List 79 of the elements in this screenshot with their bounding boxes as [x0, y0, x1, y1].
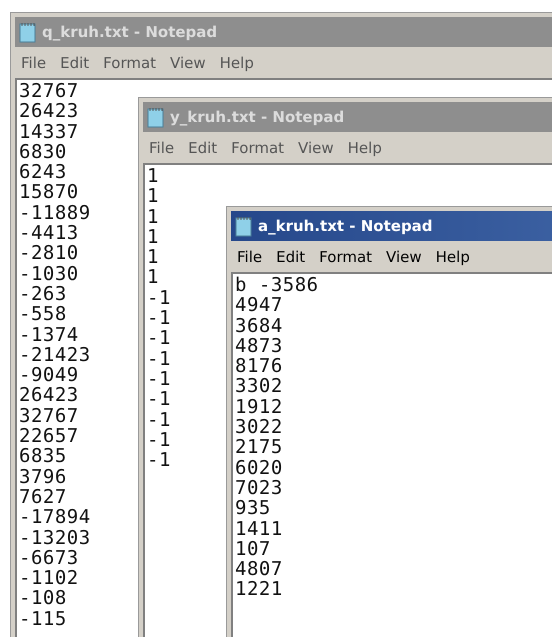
- text-line: 3684: [235, 316, 283, 336]
- menu-item[interactable]: Help: [348, 138, 382, 156]
- text-line: -21423: [19, 344, 91, 366]
- text-line: -1: [147, 348, 171, 369]
- menu-item[interactable]: Format: [103, 54, 156, 72]
- text-line: -1: [147, 430, 171, 450]
- text-line: -558: [19, 304, 67, 325]
- text-line: 1: [147, 267, 159, 288]
- menu-item[interactable]: Format: [231, 138, 284, 156]
- text-line: -1: [147, 450, 171, 470]
- text-line: -1374: [19, 324, 79, 345]
- window-title: a_kruh.txt - Notepad: [258, 217, 433, 235]
- menu-item[interactable]: View: [386, 248, 422, 266]
- text-line: -17894: [19, 507, 91, 528]
- text-line: -1: [147, 288, 171, 308]
- text-line: -1: [147, 368, 171, 390]
- text-line: 1221: [235, 579, 283, 600]
- text-line: 1: [147, 186, 159, 207]
- menu-item[interactable]: Edit: [276, 248, 306, 266]
- menu-item[interactable]: View: [170, 54, 206, 72]
- window-title: q_kruh.txt - Notepad: [42, 23, 218, 41]
- text-line: 4807: [235, 559, 283, 580]
- window-title: y_kruh.txt - Notepad: [170, 108, 344, 126]
- text-line: 22657: [19, 426, 79, 446]
- text-line: 1: [147, 206, 159, 227]
- text-line: 15870: [19, 182, 79, 203]
- text-line: -1: [147, 308, 171, 328]
- text-line: 1: [147, 247, 159, 268]
- text-line: -263: [19, 284, 67, 304]
- text-line: 1: [147, 226, 159, 248]
- text-line: 4873: [235, 336, 283, 356]
- text-line: 26423: [19, 101, 79, 122]
- menu-item[interactable]: File: [237, 248, 262, 266]
- text-line: -115: [19, 608, 67, 630]
- text-line: -11889: [19, 202, 91, 224]
- text-line: 8176: [235, 356, 283, 376]
- text-line: -1: [147, 389, 171, 410]
- menu-item[interactable]: Edit: [60, 54, 90, 72]
- text-line: 7023: [235, 478, 283, 498]
- text-line: -108: [19, 588, 67, 609]
- notepad-icon: [234, 215, 254, 237]
- text-line: 935: [235, 498, 271, 519]
- text-line: 14337: [19, 122, 79, 142]
- menu-item[interactable]: View: [298, 138, 334, 156]
- text-line: -13203: [19, 528, 91, 548]
- menu-item[interactable]: Help: [220, 54, 254, 72]
- text-line: 4947: [235, 295, 283, 316]
- text-line: -1030: [19, 264, 79, 284]
- menu-item[interactable]: File: [21, 54, 46, 72]
- text-line: 3022: [235, 417, 283, 438]
- text-line: 26423: [19, 385, 79, 406]
- text-line: 1912: [235, 396, 283, 418]
- menu-item[interactable]: Format: [319, 248, 372, 266]
- text-line: 32767: [19, 81, 79, 102]
- text-line: -9049: [19, 365, 79, 386]
- text-line: -2810: [19, 243, 79, 264]
- text-line: 107: [235, 538, 271, 560]
- text-line: 3796: [19, 466, 67, 487]
- text-line: 6830: [19, 142, 67, 162]
- text-line: 7627: [19, 486, 67, 508]
- text-line: 6243: [19, 162, 67, 182]
- text-line: -1: [147, 410, 171, 430]
- text-line: 1411: [235, 518, 283, 539]
- text-line: 32767: [19, 406, 79, 426]
- menu-item[interactable]: File: [149, 138, 174, 156]
- text-line: -1102: [19, 568, 79, 588]
- text-line: 3302: [235, 376, 283, 397]
- notepad-icon: [146, 106, 166, 128]
- text-line: 1: [147, 166, 159, 186]
- text-line: -4413: [19, 223, 79, 244]
- menu-item[interactable]: Edit: [188, 138, 218, 156]
- menu-item[interactable]: Help: [436, 248, 470, 266]
- notepad-icon: [18, 21, 38, 43]
- text-line: 2175: [235, 437, 283, 458]
- text-line: 6020: [235, 458, 283, 478]
- text-line: 6835: [19, 446, 67, 467]
- text-line: b -3586: [235, 275, 319, 296]
- text-line: -6673: [19, 548, 79, 568]
- text-line: -1: [147, 328, 171, 349]
